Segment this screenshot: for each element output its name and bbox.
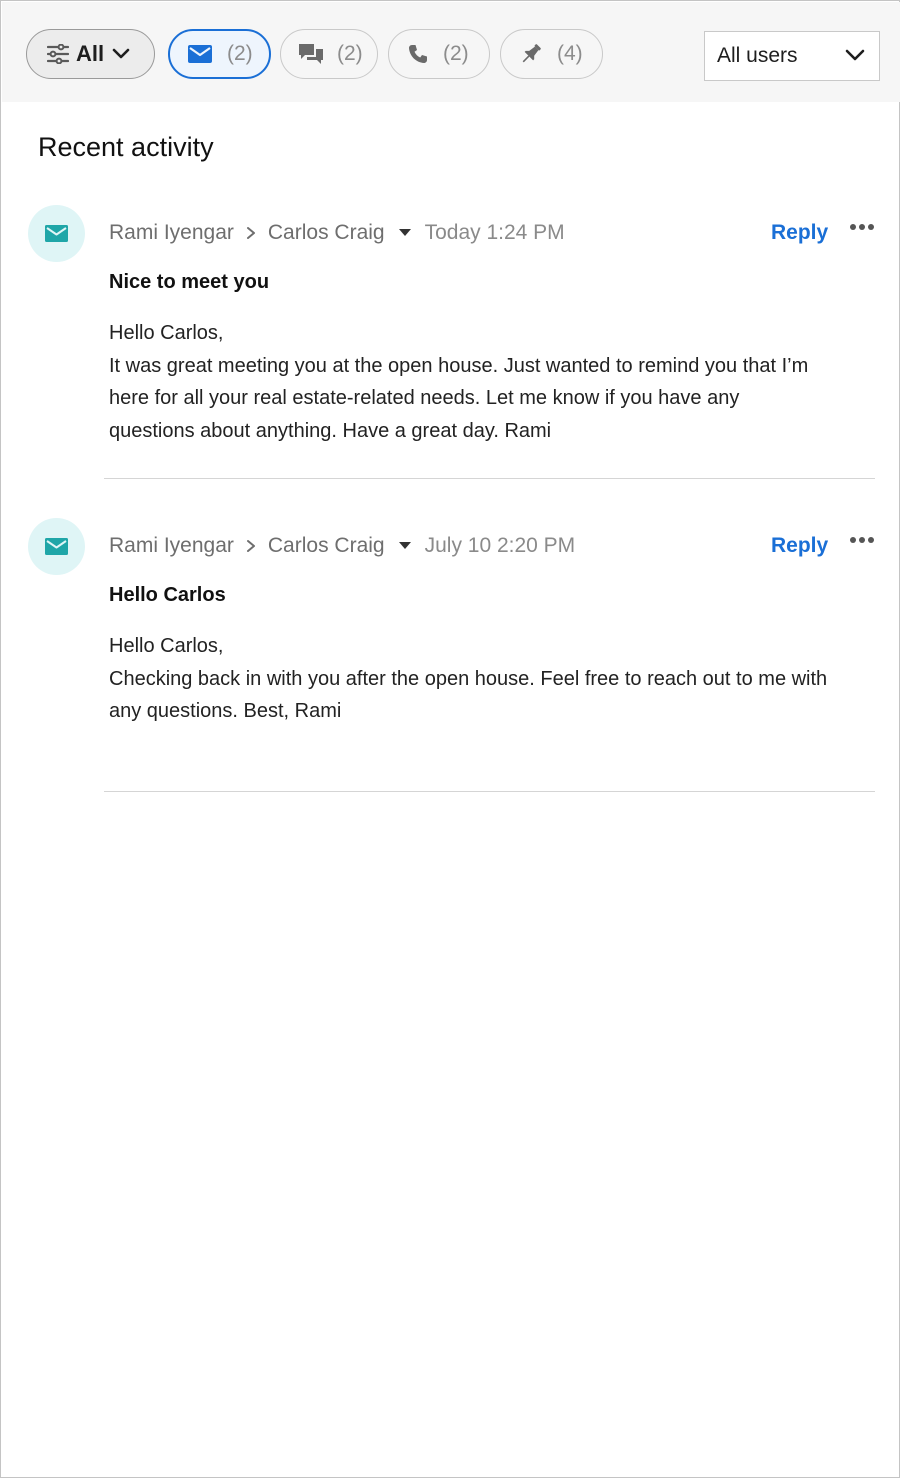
- email-body: Hello Carlos, It was great meeting you a…: [109, 317, 829, 448]
- chat-filter-count: (2): [337, 42, 363, 65]
- user-select[interactable]: All users: [704, 31, 880, 81]
- envelope-icon: [45, 538, 68, 555]
- reply-button[interactable]: Reply: [771, 221, 828, 245]
- activity-timestamp: Today 1:24 PM: [424, 221, 565, 244]
- more-options-icon[interactable]: [849, 536, 875, 544]
- note-filter-button[interactable]: (4): [500, 29, 603, 79]
- email-text: It was great meeting you at the open hou…: [109, 354, 809, 443]
- recipient-name: Carlos Craig: [267, 221, 385, 244]
- sender-name: Rami Iyengar: [109, 534, 234, 557]
- recipients-dropdown-icon[interactable]: [398, 229, 411, 237]
- email-text: Checking back in with you after the open…: [109, 667, 828, 723]
- email-filter-count: (2): [227, 42, 253, 65]
- sliders-icon: [47, 44, 69, 64]
- activity-meta: Rami Iyengar Carlos Craig July 10 2:20 P…: [109, 534, 575, 558]
- activity-type-avatar: [28, 205, 85, 262]
- chevron-down-icon: [112, 48, 130, 60]
- call-filter-count: (2): [443, 42, 469, 65]
- email-filter-button[interactable]: (2): [168, 29, 271, 79]
- sender-name: Rami Iyengar: [109, 221, 234, 244]
- email-subject: Hello Carlos: [109, 584, 226, 606]
- call-filter-button[interactable]: (2): [388, 29, 490, 79]
- note-filter-count: (4): [557, 42, 583, 65]
- email-greeting: Hello Carlos,: [109, 635, 224, 657]
- chevron-right-icon: [246, 539, 256, 553]
- chevron-right-icon: [246, 226, 256, 240]
- divider: [104, 478, 875, 479]
- activity-type-avatar: [28, 518, 85, 575]
- email-subject: Nice to meet you: [109, 271, 270, 293]
- all-filter-label: All: [76, 41, 105, 66]
- envelope-icon: [45, 225, 68, 242]
- email-greeting: Hello Carlos,: [109, 322, 224, 344]
- reply-button[interactable]: Reply: [771, 534, 828, 558]
- chevron-down-icon: [845, 48, 865, 62]
- recipients-dropdown-icon[interactable]: [398, 542, 411, 550]
- filter-toolbar: All (2) (2) (2) (4) All users: [2, 2, 900, 102]
- section-title: Recent activity: [38, 132, 214, 162]
- activity-meta: Rami Iyengar Carlos Craig Today 1:24 PM: [109, 221, 565, 245]
- activity-timestamp: July 10 2:20 PM: [424, 534, 576, 557]
- recipient-name: Carlos Craig: [267, 534, 385, 557]
- all-filter-button[interactable]: All: [26, 29, 155, 79]
- email-body: Hello Carlos, Checking back in with you …: [109, 630, 829, 728]
- activity-panel: All (2) (2) (2) (4) All users Recent act…: [0, 0, 900, 1478]
- envelope-icon: [188, 45, 212, 63]
- user-select-value: All users: [717, 44, 798, 67]
- chat-filter-button[interactable]: (2): [280, 29, 378, 79]
- chat-bubbles-icon: [298, 43, 324, 65]
- more-options-icon[interactable]: [849, 223, 875, 231]
- phone-icon: [408, 44, 428, 64]
- pushpin-icon: [519, 42, 543, 66]
- divider: [104, 791, 875, 792]
